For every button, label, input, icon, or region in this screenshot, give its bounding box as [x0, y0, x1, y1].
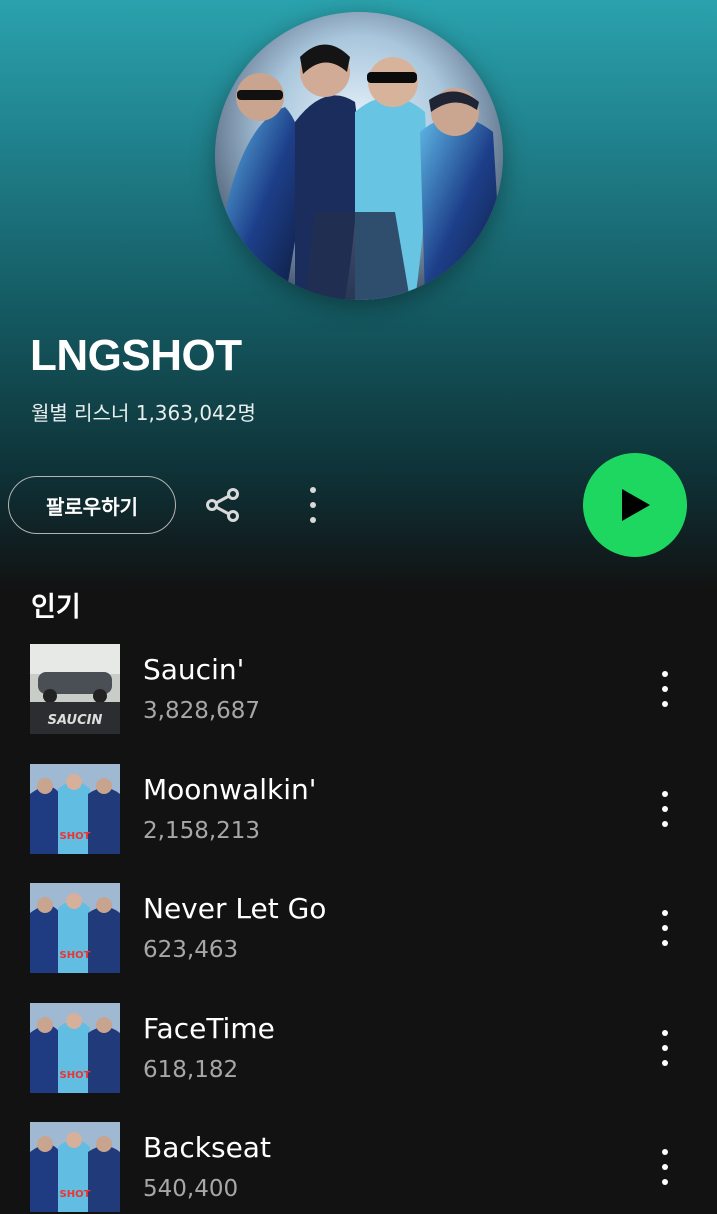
follow-button[interactable]: 팔로우하기 [8, 476, 176, 534]
share-button[interactable] [200, 482, 246, 528]
artist-image [215, 12, 503, 300]
more-vertical-icon [662, 1030, 668, 1066]
svg-text:SHOT: SHOT [60, 1070, 91, 1081]
track-cover-art: SHOT [30, 1122, 120, 1212]
popular-section-title: 인기 [31, 592, 81, 623]
track-cover-art: SHOT [30, 1003, 120, 1093]
svg-text:SHOT: SHOT [60, 831, 91, 842]
track-title: Never Let Go [143, 892, 327, 925]
more-vertical-icon [662, 910, 668, 946]
track-play-count: 2,158,213 [143, 818, 261, 844]
track-cover-art: SHOT [30, 764, 120, 854]
monthly-listeners: 월별 리스너 1,363,042명 [31, 401, 256, 425]
track-row[interactable]: SHOT Moonwalkin' 2,158,213 [0, 764, 717, 856]
share-icon [206, 488, 239, 522]
track-more-button[interactable] [650, 666, 680, 712]
track-row[interactable]: SAUCIN Saucin' 3,828,687 [0, 644, 717, 736]
svg-text:SHOT: SHOT [60, 950, 91, 961]
track-title: Saucin' [143, 653, 245, 686]
track-play-count: 618,182 [143, 1057, 239, 1083]
more-vertical-icon [662, 671, 668, 707]
track-more-button[interactable] [650, 786, 680, 832]
track-title: Moonwalkin' [143, 773, 317, 806]
track-more-button[interactable] [650, 905, 680, 951]
more-vertical-icon [310, 487, 316, 523]
more-vertical-icon [662, 791, 668, 827]
track-title: FaceTime [143, 1012, 275, 1045]
artist-name: LNGSHOT [30, 331, 242, 380]
play-button[interactable] [583, 453, 687, 557]
track-row[interactable]: SHOT FaceTime 618,182 [0, 1003, 717, 1095]
track-more-button[interactable] [650, 1144, 680, 1190]
track-more-button[interactable] [650, 1025, 680, 1071]
more-options-button[interactable] [296, 482, 330, 528]
track-row[interactable]: SHOT Never Let Go 623,463 [0, 883, 717, 975]
more-vertical-icon [662, 1149, 668, 1185]
track-play-count: 3,828,687 [143, 698, 261, 724]
track-title: Backseat [143, 1131, 271, 1164]
track-play-count: 623,463 [143, 937, 239, 963]
svg-text:SAUCIN: SAUCIN [48, 713, 103, 728]
track-play-count: 540,400 [143, 1176, 239, 1202]
track-cover-art: SHOT [30, 883, 120, 973]
track-cover-art: SAUCIN [30, 644, 120, 734]
track-row[interactable]: SHOT Backseat 540,400 [0, 1122, 717, 1214]
play-icon [622, 489, 650, 521]
svg-text:SHOT: SHOT [60, 1189, 91, 1200]
artist-page: LNGSHOT 월별 리스너 1,363,042명 팔로우하기 인기 SAUCI… [0, 0, 717, 1212]
